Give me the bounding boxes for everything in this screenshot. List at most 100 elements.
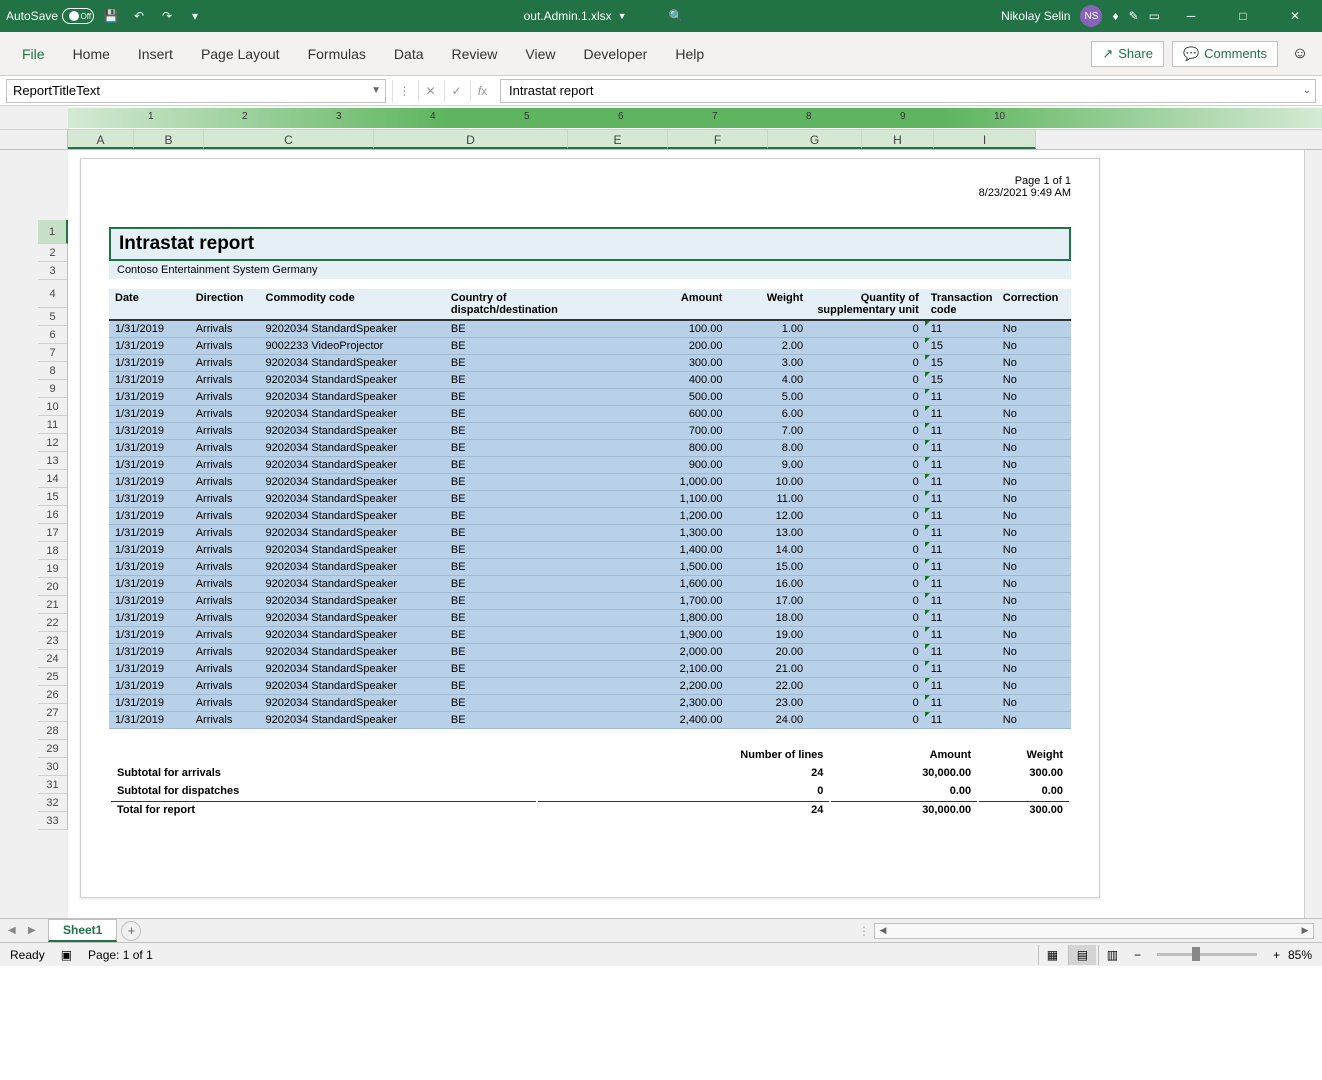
cell-dir[interactable]: Arrivals [190,457,260,474]
ribbon-display-icon[interactable]: ▭ [1149,9,1160,23]
cell-country[interactable]: BE [445,644,615,661]
row-header[interactable]: 28 [38,722,68,740]
ribbon-tab-data[interactable]: Data [380,36,438,72]
table-row[interactable]: 1/31/2019Arrivals9202034 StandardSpeaker… [109,389,1071,406]
cell-amount[interactable]: 1,900.00 [615,627,728,644]
cell-qty[interactable]: 0 [809,695,925,712]
cell-qty[interactable]: 0 [809,372,925,389]
macro-record-icon[interactable]: ▣ [61,948,72,962]
cell-tx[interactable]: 11 [925,661,997,678]
cell-code[interactable]: 9202034 StandardSpeaker [260,355,445,372]
table-row[interactable]: 1/31/2019Arrivals9202034 StandardSpeaker… [109,525,1071,542]
cell-date[interactable]: 1/31/2019 [109,457,190,474]
cell-dir[interactable]: Arrivals [190,320,260,338]
name-box-dropdown-icon[interactable]: ▼ [371,85,381,96]
row-header[interactable]: 6 [38,326,68,344]
column-header[interactable]: E [568,130,668,149]
cell-code[interactable]: 9202034 StandardSpeaker [260,406,445,423]
row-header[interactable]: 30 [38,758,68,776]
cell-dir[interactable]: Arrivals [190,610,260,627]
cell-code[interactable]: 9202034 StandardSpeaker [260,712,445,729]
cell-code[interactable]: 9202034 StandardSpeaker [260,372,445,389]
cell-amount[interactable]: 800.00 [615,440,728,457]
cell-weight[interactable]: 1.00 [728,320,809,338]
cell-weight[interactable]: 5.00 [728,389,809,406]
cell-qty[interactable]: 0 [809,644,925,661]
feedback-icon[interactable]: ☺ [1286,40,1314,68]
cell-corr[interactable]: No [997,695,1071,712]
row-header[interactable]: 17 [38,524,68,542]
enter-formula-icon[interactable]: ✓ [444,80,468,102]
column-header[interactable]: D [374,130,568,149]
cell-dir[interactable]: Arrivals [190,423,260,440]
zoom-level[interactable]: 85% [1288,948,1312,962]
maximize-button[interactable]: □ [1222,0,1264,32]
table-row[interactable]: 1/31/2019Arrivals9202034 StandardSpeaker… [109,406,1071,423]
cell-qty[interactable]: 0 [809,593,925,610]
cell-date[interactable]: 1/31/2019 [109,525,190,542]
row-header[interactable]: 29 [38,740,68,758]
cell-qty[interactable]: 0 [809,678,925,695]
cell-weight[interactable]: 3.00 [728,355,809,372]
cell-country[interactable]: BE [445,712,615,729]
cell-code[interactable]: 9202034 StandardSpeaker [260,508,445,525]
cell-qty[interactable]: 0 [809,389,925,406]
cell-country[interactable]: BE [445,508,615,525]
cell-qty[interactable]: 0 [809,355,925,372]
cell-dir[interactable]: Arrivals [190,542,260,559]
undo-icon[interactable]: ↶ [128,5,150,27]
cell-country[interactable]: BE [445,406,615,423]
cell-tx[interactable]: 11 [925,440,997,457]
cell-code[interactable]: 9202034 StandardSpeaker [260,320,445,338]
cell-weight[interactable]: 13.00 [728,525,809,542]
cell-weight[interactable]: 6.00 [728,406,809,423]
cell-country[interactable]: BE [445,338,615,355]
cell-date[interactable]: 1/31/2019 [109,593,190,610]
cell-date[interactable]: 1/31/2019 [109,320,190,338]
cell-amount[interactable]: 1,800.00 [615,610,728,627]
table-row[interactable]: 1/31/2019Arrivals9202034 StandardSpeaker… [109,661,1071,678]
cell-corr[interactable]: No [997,542,1071,559]
cell-corr[interactable]: No [997,406,1071,423]
cell-tx[interactable]: 11 [925,678,997,695]
cell-weight[interactable]: 11.00 [728,491,809,508]
row-header[interactable]: 12 [38,434,68,452]
scroll-right-icon[interactable]: ▶ [1297,925,1313,936]
cell-weight[interactable]: 8.00 [728,440,809,457]
cell-corr[interactable]: No [997,627,1071,644]
cell-amount[interactable]: 1,400.00 [615,542,728,559]
cell-dir[interactable]: Arrivals [190,440,260,457]
cell-corr[interactable]: No [997,610,1071,627]
cell-weight[interactable]: 20.00 [728,644,809,661]
cell-amount[interactable]: 1,100.00 [615,491,728,508]
cell-dir[interactable]: Arrivals [190,695,260,712]
cell-corr[interactable]: No [997,559,1071,576]
cell-tx[interactable]: 11 [925,627,997,644]
cell-tx[interactable]: 11 [925,406,997,423]
cell-amount[interactable]: 100.00 [615,320,728,338]
cell-tx[interactable]: 11 [925,695,997,712]
cell-corr[interactable]: No [997,508,1071,525]
cell-tx[interactable]: 11 [925,559,997,576]
selected-cell[interactable]: Intrastat report [109,227,1071,261]
fx-icon[interactable]: fx [470,80,494,102]
cell-code[interactable]: 9202034 StandardSpeaker [260,559,445,576]
row-header[interactable]: 23 [38,632,68,650]
table-row[interactable]: 1/31/2019Arrivals9202034 StandardSpeaker… [109,644,1071,661]
cell-weight[interactable]: 18.00 [728,610,809,627]
cell-corr[interactable]: No [997,644,1071,661]
cell-date[interactable]: 1/31/2019 [109,576,190,593]
table-row[interactable]: 1/31/2019Arrivals9202034 StandardSpeaker… [109,474,1071,491]
table-row[interactable]: 1/31/2019Arrivals9202034 StandardSpeaker… [109,355,1071,372]
table-row[interactable]: 1/31/2019Arrivals9202034 StandardSpeaker… [109,542,1071,559]
cell-code[interactable]: 9202034 StandardSpeaker [260,440,445,457]
cell-dir[interactable]: Arrivals [190,474,260,491]
user-name[interactable]: Nikolay Selin [1001,9,1070,23]
cell-code[interactable]: 9202034 StandardSpeaker [260,423,445,440]
row-header[interactable]: 19 [38,560,68,578]
formula-bar[interactable]: Intrastat report ⌄ [500,79,1316,103]
row-header[interactable]: 32 [38,794,68,812]
cell-tx[interactable]: 11 [925,474,997,491]
formula-expand-icon[interactable]: ⌄ [1303,85,1311,96]
row-header[interactable]: 10 [38,398,68,416]
